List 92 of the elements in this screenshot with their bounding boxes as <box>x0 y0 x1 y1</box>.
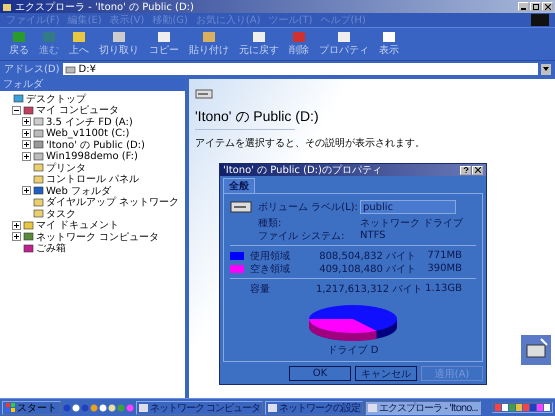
byte-count: 409,108,480 バイト <box>318 262 416 276</box>
folder-icon <box>33 198 44 207</box>
field-value: NTFS <box>360 230 386 241</box>
toolbar-button[interactable]: 切り取り <box>96 30 142 58</box>
tree-item[interactable]: ネットワーク コンピュータ <box>36 230 160 244</box>
tab[interactable]: 全般 <box>223 178 255 193</box>
expand-icon[interactable] <box>22 186 31 196</box>
toolbar-icon <box>42 31 56 43</box>
size-value: 390MB <box>426 263 462 274</box>
field-label: 種類: <box>258 216 282 230</box>
toolbar-button[interactable]: プロパティ <box>316 30 372 58</box>
maximize-button[interactable] <box>530 2 541 11</box>
window-icon <box>139 404 148 412</box>
panel-title: フォルダ <box>0 79 185 91</box>
toolbar-icon <box>292 31 306 43</box>
expand-icon[interactable] <box>22 128 31 138</box>
toolbar-button[interactable]: 貼り付け <box>186 30 232 58</box>
tree-item[interactable]: ごみ箱 <box>36 241 66 256</box>
close-icon <box>474 167 480 173</box>
tree-item[interactable]: デスクトップ <box>26 92 86 106</box>
network-drive-icon <box>521 335 551 365</box>
tree-item[interactable]: タスク <box>46 206 76 221</box>
tree-item[interactable]: Win1998demo (F:) <box>46 150 138 162</box>
tree-item[interactable]: プリンタ <box>46 160 86 175</box>
dialog-button[interactable]: キャンセル <box>355 366 417 381</box>
expand-icon[interactable] <box>12 232 21 242</box>
window-icon <box>268 404 278 412</box>
tree-item[interactable]: 3.5 インチ FD (A:) <box>46 114 133 129</box>
taskbar-button[interactable]: ネットワーク コンピュータ <box>136 400 264 414</box>
tree-item[interactable]: 'Itono' の Public (D:) <box>46 138 145 152</box>
folder-heading: 'Itono' の Public (D:) <box>195 108 320 126</box>
globe-icon <box>33 186 44 196</box>
expand-icon[interactable] <box>22 152 31 161</box>
size-value: 1.13GB <box>424 283 462 294</box>
folder-icon <box>33 209 44 218</box>
volume-label-field[interactable]: public <box>360 200 456 214</box>
folder-icon <box>2 2 12 12</box>
tree-item[interactable]: Web フォルダ <box>46 184 111 198</box>
toolbar-button[interactable]: 上へ <box>66 30 92 58</box>
collapse-icon[interactable] <box>12 106 21 115</box>
legend-label: 空き領域 <box>250 262 291 276</box>
toolbar-icon <box>112 31 126 43</box>
help-icon <box>462 167 468 173</box>
taskbar-button[interactable]: エクスプローラ - 'Itono... <box>365 400 481 414</box>
expand-icon[interactable] <box>12 220 21 230</box>
dialog-title: 'Itono' の Public (D:)のプロパティ <box>223 164 382 177</box>
capacity-label: 容量 <box>250 282 271 296</box>
tree-item[interactable]: コントロール パネル <box>46 172 140 186</box>
toolbar-icon <box>252 31 266 43</box>
toolbar-icon <box>12 31 26 43</box>
address-label: アドレス(D) <box>4 63 60 76</box>
folder-icon <box>23 220 34 230</box>
folder-icon <box>33 174 44 184</box>
tree-item[interactable]: Web_v1100t (C:) <box>46 128 130 139</box>
legend-label: 使用領域 <box>250 250 291 262</box>
toolbar-icon <box>382 31 396 43</box>
description-text: アイテムを選択すると、その説明が表示されます。 <box>195 136 426 150</box>
toolbar-icon <box>337 31 351 43</box>
address-field[interactable]: D:¥ <box>62 63 538 75</box>
drive-caption: ドライブ D <box>328 344 378 357</box>
toolbar-button[interactable]: 表示 <box>376 30 402 58</box>
toolbar-button[interactable]: 削除 <box>286 30 312 58</box>
window-title: エクスプローラ - 'Itono' の Public (D:) <box>15 0 195 14</box>
toolbar-button[interactable]: 元に戻す <box>236 30 282 58</box>
toolbar-button[interactable]: 戻る <box>6 30 32 58</box>
tree-item[interactable]: ダイヤルアップ ネットワーク <box>46 195 180 210</box>
close-button[interactable] <box>542 2 553 11</box>
dropdown-button[interactable] <box>541 64 551 74</box>
toolbar-icon <box>202 31 216 43</box>
tree-item[interactable]: マイ コンピュータ <box>36 103 120 118</box>
folder-icon <box>33 163 44 172</box>
maximize-icon <box>532 4 538 10</box>
field-label: ファイル システム: <box>258 230 346 242</box>
tree-item[interactable]: マイ ドキュメント <box>36 218 120 232</box>
toolbar-button[interactable]: コピー <box>146 30 182 58</box>
help-button[interactable] <box>460 166 471 174</box>
toolbar-icon <box>157 31 171 43</box>
window-icon <box>368 404 378 412</box>
expand-icon[interactable] <box>22 117 31 126</box>
taskbar-button[interactable]: ネットワークの設定 <box>265 400 364 414</box>
caret-icon <box>543 67 549 71</box>
bin-icon <box>23 244 34 253</box>
byte-count: 808,504,832 バイト <box>318 250 416 262</box>
close-button[interactable] <box>472 166 483 174</box>
start-button[interactable]: スタート <box>2 400 61 414</box>
size-value: 771MB <box>426 250 462 261</box>
dialog-button[interactable]: OK <box>289 366 351 381</box>
expand-icon[interactable] <box>22 140 31 150</box>
close-icon <box>544 4 550 10</box>
toolbar-icon <box>72 31 86 43</box>
field-value: ネットワーク ドライブ <box>360 216 464 230</box>
minimize-button[interactable] <box>518 2 529 11</box>
